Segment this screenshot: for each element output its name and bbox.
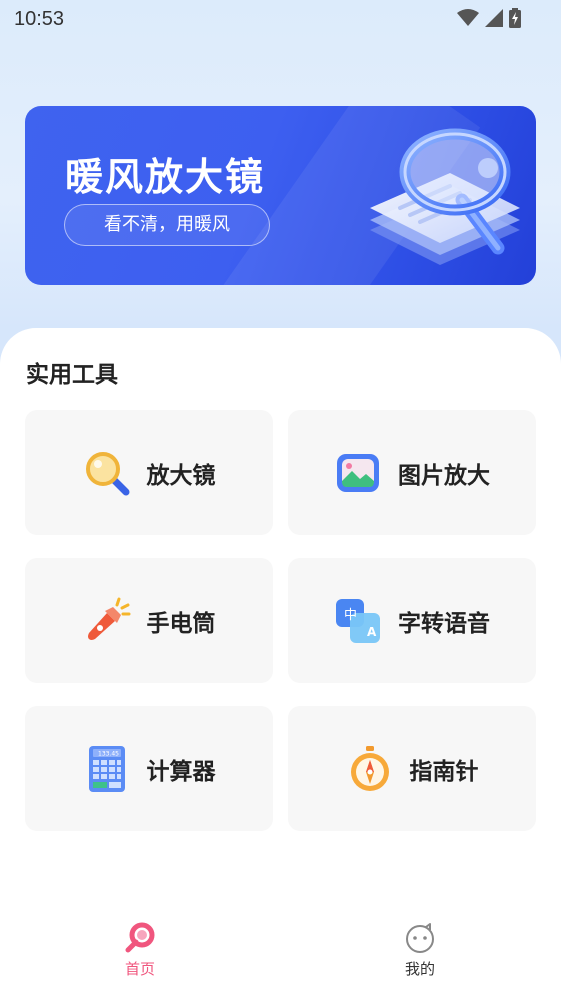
banner-title: 暖风放大镜 <box>65 155 266 199</box>
tool-compass-button[interactable]: 指南针 <box>288 706 536 831</box>
battery-icon <box>509 8 521 28</box>
status-time: 10:53 <box>14 8 65 30</box>
flashlight-icon <box>87 597 130 640</box>
tts-badge-left: 中 <box>344 608 357 623</box>
section-title: 实用工具 <box>26 362 118 388</box>
magnifier-icon <box>85 451 129 495</box>
hero-banner[interactable]: 暖风放大镜 看不清，用暖风 <box>25 106 536 285</box>
tool-text-to-speech-button[interactable]: 中 A 字转语音 <box>288 558 536 683</box>
main-panel: 实用工具 放大镜 图片放大 手电筒 中 A 字转语音 133.45 计算器 指南… <box>0 328 561 999</box>
signal-icon <box>485 9 503 27</box>
calculator-display: 133.45 <box>98 750 119 757</box>
profile-face-icon <box>406 923 434 953</box>
status-bar: 10:53 <box>0 0 561 38</box>
tool-label: 字转语音 <box>398 610 490 637</box>
banner-subtitle-pill: 看不清，用暖风 <box>64 204 270 246</box>
tool-calculator-button[interactable]: 133.45 计算器 <box>25 706 273 831</box>
wifi-icon <box>457 9 479 26</box>
tool-label: 放大镜 <box>146 462 216 489</box>
compass-icon <box>350 745 389 791</box>
tool-label: 指南针 <box>409 758 479 785</box>
tool-label: 计算器 <box>146 758 216 785</box>
magnifier-illustration-icon <box>370 128 520 265</box>
tool-label: 手电筒 <box>146 610 216 637</box>
tab-mine-label: 我的 <box>404 960 435 978</box>
tts-badge-right: A <box>367 625 377 639</box>
tool-magnifier-button[interactable]: 放大镜 <box>25 410 273 535</box>
tool-flashlight-button[interactable]: 手电筒 <box>25 558 273 683</box>
status-icons <box>457 8 521 28</box>
bottom-tab-bar: 首页 我的 <box>0 908 561 999</box>
calculator-icon: 133.45 <box>88 745 125 792</box>
tab-mine[interactable]: 我的 <box>370 922 470 979</box>
tab-home[interactable]: 首页 <box>90 922 190 979</box>
tool-label: 图片放大 <box>398 462 490 489</box>
image-zoom-icon <box>337 453 379 492</box>
tab-home-label: 首页 <box>124 960 155 978</box>
home-magnifier-icon <box>125 922 155 953</box>
tool-image-zoom-button[interactable]: 图片放大 <box>288 410 536 535</box>
text-to-speech-icon: 中 A <box>336 598 380 643</box>
